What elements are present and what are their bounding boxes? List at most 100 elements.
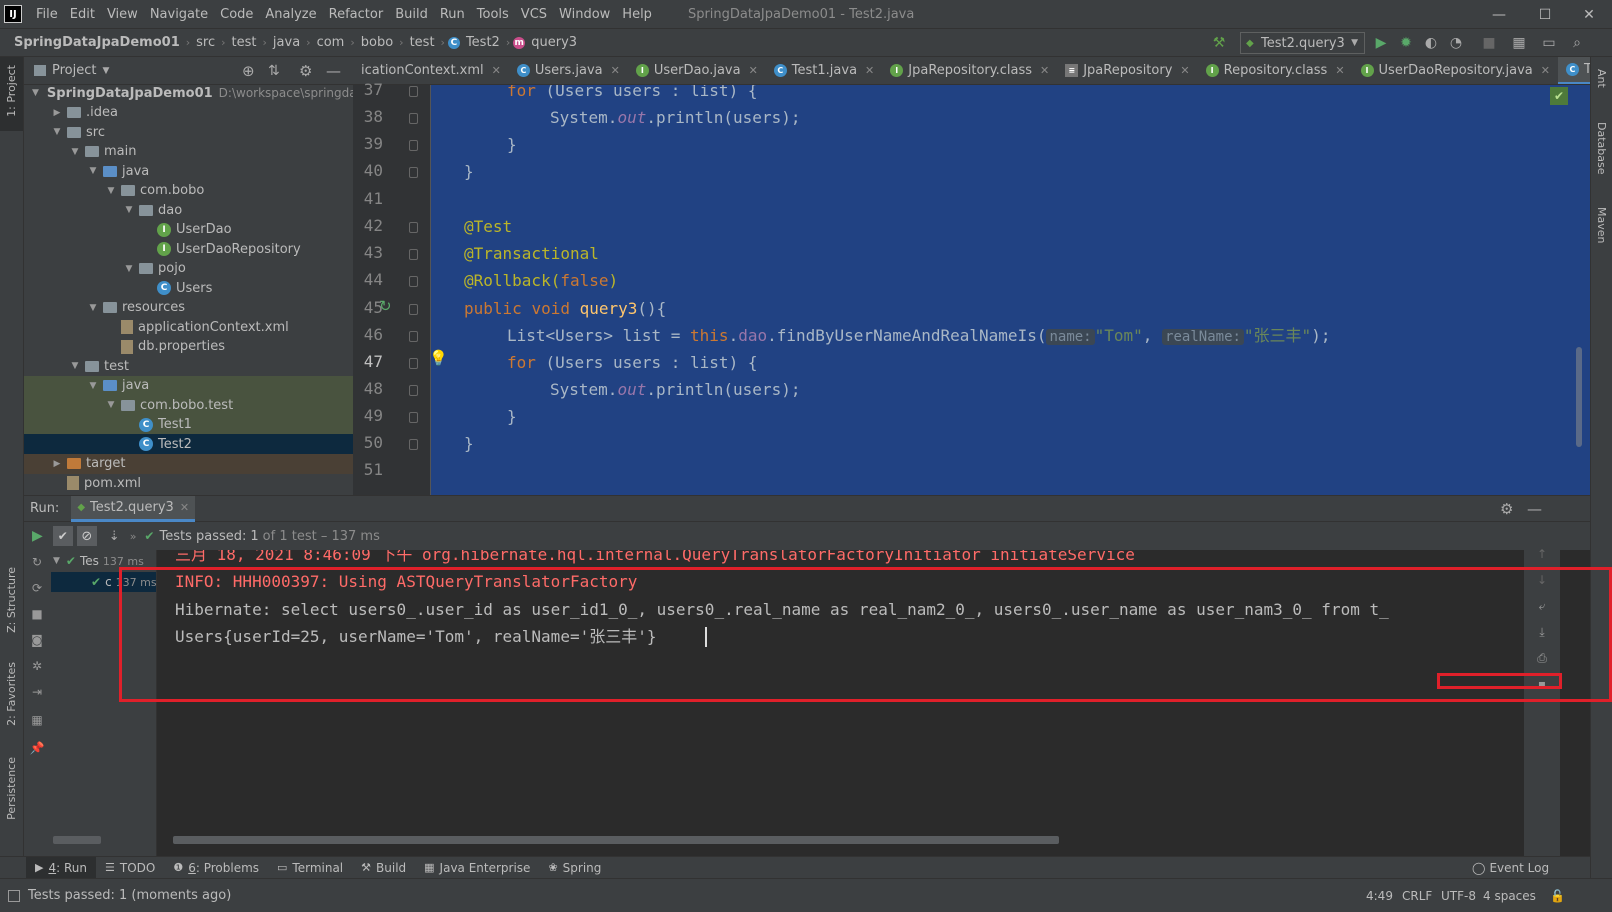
chevron-down-icon[interactable]: ▼ bbox=[104, 186, 118, 196]
tree-item-pojo[interactable]: ▼ pojo bbox=[24, 259, 353, 279]
collapse-all-icon[interactable]: ⇅ bbox=[268, 63, 280, 79]
chevron-right-icon[interactable]: ▶ bbox=[50, 108, 64, 118]
close-tab-icon[interactable]: ✕ bbox=[180, 501, 189, 514]
tree-item-java[interactable]: ▼ java bbox=[24, 375, 353, 396]
menu-code[interactable]: Code bbox=[214, 7, 259, 22]
locate-icon[interactable]: ⊕ bbox=[242, 62, 255, 80]
caret-position[interactable]: 4:49 bbox=[1366, 889, 1393, 903]
tree-item-userdaorepository[interactable]: I UserDaoRepository bbox=[24, 239, 353, 259]
bottom-tab-problems[interactable]: ❶6: Problems bbox=[164, 857, 268, 879]
tree-item-com-bobo-test[interactable]: ▼ com.bobo.test bbox=[24, 395, 353, 415]
console-scrollbar[interactable] bbox=[173, 836, 1059, 844]
show-passed-icon[interactable]: ✔ bbox=[52, 526, 73, 546]
gear-icon[interactable]: ⚙ bbox=[1500, 500, 1513, 518]
status-message[interactable]: Tests passed: 1 (moments ago) bbox=[28, 888, 231, 903]
file-encoding[interactable]: UTF-8 bbox=[1441, 889, 1476, 903]
gear-icon[interactable]: ⚙ bbox=[299, 62, 312, 80]
menu-analyze[interactable]: Analyze bbox=[259, 7, 322, 22]
editor-tab-users-java[interactable]: C Users.java ✕ bbox=[509, 57, 628, 84]
chevron-down-icon[interactable]: ▼ bbox=[102, 66, 109, 76]
maximize-button[interactable]: ☐ bbox=[1522, 0, 1568, 29]
toggle-auto-test-icon[interactable]: ⟳ bbox=[29, 580, 45, 596]
close-button[interactable]: ✕ bbox=[1566, 0, 1612, 29]
event-log-tab[interactable]: ◯ Event Log bbox=[1472, 861, 1549, 875]
chevron-down-icon[interactable]: ▼ bbox=[68, 147, 82, 157]
run-configuration-select[interactable]: ◆ Test2.query3 ▼ bbox=[1240, 32, 1365, 54]
chevron-down-icon[interactable]: ▼ bbox=[122, 205, 136, 215]
breadcrumb-item[interactable]: test bbox=[229, 35, 260, 50]
favorites-tool-tab[interactable]: 2: Favorites bbox=[5, 662, 18, 726]
fold-marker-icon[interactable] bbox=[409, 222, 418, 233]
menu-refactor[interactable]: Refactor bbox=[323, 7, 390, 22]
tree-item--idea[interactable]: ▶ .idea bbox=[24, 103, 353, 123]
fold-marker-icon[interactable] bbox=[409, 385, 418, 396]
minimize-button[interactable]: — bbox=[1476, 0, 1522, 29]
menu-run[interactable]: Run bbox=[434, 7, 471, 22]
menu-window[interactable]: Window bbox=[553, 7, 616, 22]
breadcrumb-item[interactable]: src bbox=[193, 35, 218, 50]
bottom-tab-java-enterprise[interactable]: ▦ Java Enterprise bbox=[415, 857, 539, 879]
tree-item-java[interactable]: ▼ java bbox=[24, 161, 353, 181]
bottom-tab-build[interactable]: ⚒ Build bbox=[352, 857, 415, 879]
rerun-icon[interactable]: ▶ bbox=[32, 528, 43, 544]
layout-icon[interactable]: ▦ bbox=[29, 712, 45, 728]
menu-build[interactable]: Build bbox=[389, 7, 434, 22]
inspection-ok-icon[interactable]: ✔ bbox=[1550, 87, 1568, 105]
layout-toggle-icon[interactable] bbox=[8, 889, 20, 902]
tree-item-userdao[interactable]: I UserDao bbox=[24, 220, 353, 240]
ant-tool-tab[interactable]: Ant bbox=[1595, 69, 1608, 88]
breadcrumb-item[interactable]: bobo bbox=[358, 35, 396, 50]
exit-icon[interactable]: ⇥ bbox=[29, 684, 45, 700]
breadcrumb-item[interactable]: test bbox=[407, 35, 438, 50]
close-tab-icon[interactable]: ✕ bbox=[865, 64, 874, 77]
fold-marker-icon[interactable] bbox=[409, 86, 418, 97]
fold-marker-icon[interactable] bbox=[409, 304, 418, 315]
tree-item-target[interactable]: ▶ target bbox=[24, 453, 353, 474]
menu-help[interactable]: Help bbox=[616, 7, 658, 22]
bottom-tab-run[interactable]: ▶ 4: Run bbox=[26, 856, 96, 879]
editor-tab-repository-class[interactable]: I Repository.class ✕ bbox=[1198, 57, 1353, 84]
fold-marker-icon[interactable] bbox=[409, 140, 418, 151]
project-structure-icon[interactable]: ▦ bbox=[1510, 34, 1528, 52]
code-editor[interactable]: for (Users users : list) { System.out.pr… bbox=[431, 85, 1590, 495]
close-tab-icon[interactable]: ✕ bbox=[749, 64, 758, 77]
tree-item-users[interactable]: C Users bbox=[24, 278, 353, 298]
tree-item-test[interactable]: ▼ test bbox=[24, 356, 353, 376]
menu-edit[interactable]: Edit bbox=[64, 7, 101, 22]
chevron-down-icon[interactable]: ▼ bbox=[104, 400, 118, 410]
hide-panel-icon[interactable]: — bbox=[326, 62, 341, 80]
breadcrumb-item[interactable]: com bbox=[314, 35, 348, 50]
lightbulb-icon[interactable]: 💡 bbox=[429, 349, 448, 367]
editor-tab-test2-java[interactable]: CTest2.java✕ bbox=[1557, 57, 1590, 84]
editor-scrollbar[interactable] bbox=[1576, 347, 1582, 447]
debug-icon[interactable]: ✹ bbox=[1397, 34, 1415, 52]
chevron-down-icon[interactable]: ▼ bbox=[86, 381, 100, 391]
maven-tool-tab[interactable]: Maven bbox=[1595, 207, 1608, 243]
editor-tab-jparepository-class[interactable]: I JpaRepository.class ✕ bbox=[882, 57, 1057, 84]
chevron-down-icon[interactable]: ▼ bbox=[50, 127, 64, 137]
menu-tools[interactable]: Tools bbox=[471, 7, 515, 22]
tree-item-src[interactable]: ▼ src bbox=[24, 122, 353, 142]
fold-marker-icon[interactable] bbox=[409, 113, 418, 124]
tree-item-applicationcontext-xml[interactable]: applicationContext.xml bbox=[24, 317, 353, 337]
tree-item-resources[interactable]: ▼ resources bbox=[24, 298, 353, 318]
close-tab-icon[interactable]: ✕ bbox=[1335, 64, 1344, 77]
tree-item-com-bobo[interactable]: ▼ com.bobo bbox=[24, 181, 353, 201]
fold-marker-icon[interactable] bbox=[409, 331, 418, 342]
chevron-right-icon[interactable]: ▶ bbox=[50, 459, 64, 469]
chevron-down-icon[interactable]: ▼ bbox=[86, 166, 100, 176]
chevron-down-icon[interactable]: ▼ bbox=[86, 303, 100, 313]
pin-icon[interactable]: 📌 bbox=[29, 740, 45, 756]
run-icon[interactable]: ▶ bbox=[1372, 34, 1390, 52]
line-separator[interactable]: CRLF bbox=[1402, 889, 1432, 903]
sort-icon[interactable]: ⇣ bbox=[109, 529, 120, 544]
editor-tab-userdaorepository-java[interactable]: I UserDaoRepository.java ✕ bbox=[1353, 57, 1558, 84]
tree-item-db-properties[interactable]: db.properties bbox=[24, 337, 353, 357]
tree-item-test1[interactable]: C Test1 bbox=[24, 414, 353, 435]
editor-tab-test1-java[interactable]: C Test1.java ✕ bbox=[766, 57, 882, 84]
bottom-tab-todo[interactable]: ☰ TODO bbox=[96, 857, 164, 879]
lock-icon[interactable]: 🔓 bbox=[1550, 889, 1565, 903]
fold-marker-icon[interactable] bbox=[409, 276, 418, 287]
structure-tool-tab[interactable]: Z: Structure bbox=[5, 567, 18, 633]
menu-vcs[interactable]: VCS bbox=[515, 7, 553, 22]
